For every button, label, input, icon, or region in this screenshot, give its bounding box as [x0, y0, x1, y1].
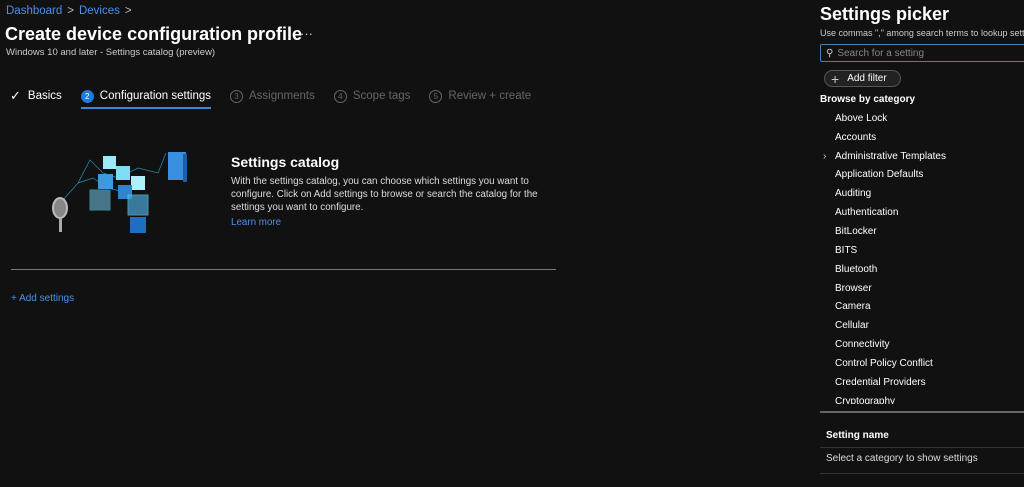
tab-review-create[interactable]: 5 Review + create	[429, 86, 531, 106]
category-label: Cryptography	[835, 395, 896, 404]
category-item[interactable]: Cryptography	[820, 392, 1024, 404]
category-item[interactable]: Control Policy Conflict	[820, 354, 1024, 373]
step-number: 5	[429, 89, 443, 103]
divider	[820, 411, 1024, 413]
learn-more-link[interactable]: Learn more	[231, 217, 281, 228]
setting-name-column-header[interactable]: Setting name	[826, 430, 889, 441]
search-icon: ⚲	[826, 47, 834, 59]
step-number: 4	[333, 89, 347, 103]
tab-scope-tags[interactable]: 4 Scope tags	[333, 86, 411, 106]
breadcrumb-devices[interactable]: Devices	[79, 5, 120, 17]
category-label: BITS	[835, 244, 858, 256]
category-label: Cellular	[835, 320, 869, 332]
more-options-button[interactable]: ···	[300, 26, 313, 41]
wizard-steps: ✓ Basics 2 Configuration settings 3 Assignm…	[10, 86, 550, 109]
category-item[interactable]: Browser	[820, 279, 1024, 298]
search-input[interactable]: ⚲ Search for a setting	[820, 44, 1024, 62]
category-label: Authentication	[835, 207, 899, 219]
tab-basics[interactable]: ✓ Basics	[10, 86, 62, 106]
category-item[interactable]: Above Lock	[820, 109, 1024, 128]
step-label: Scope tags	[352, 90, 411, 102]
category-item[interactable]: Application Defaults	[820, 166, 1024, 185]
category-label: Auditing	[835, 188, 872, 200]
plus-icon: +	[831, 70, 840, 87]
category-item[interactable]: Accounts	[820, 128, 1024, 147]
empty-state-text: Select a category to show settings	[826, 453, 978, 464]
category-label: Accounts	[835, 131, 877, 143]
step-label: Assignments	[249, 90, 315, 102]
step-label: Basics	[27, 90, 62, 102]
add-settings-link[interactable]: + Add settings	[11, 293, 74, 304]
category-item[interactable]: Auditing	[820, 184, 1024, 203]
category-item[interactable]: BITS	[820, 241, 1024, 260]
category-label: Control Policy Conflict	[835, 357, 933, 369]
browse-by-category-label: Browse by category	[820, 94, 916, 105]
page-subtitle: Windows 10 and later - Settings catalog …	[6, 47, 216, 58]
chevron-right-icon: >	[67, 5, 74, 17]
category-item[interactable]: Camera	[820, 297, 1024, 316]
page-title: Create device configuration profile	[5, 24, 303, 44]
checkmark-icon: ✓	[10, 88, 21, 103]
category-label: Connectivity	[835, 339, 890, 351]
step-number: 3	[230, 89, 244, 103]
category-label: Camera	[835, 301, 871, 313]
settings-catalog-illustration	[52, 152, 187, 233]
add-filter-label: Add filter	[847, 73, 887, 84]
step-number: 2	[80, 89, 94, 103]
divider	[820, 473, 1024, 474]
tab-assignments[interactable]: 3 Assignments	[230, 86, 315, 106]
category-label: Administrative Templates	[835, 150, 946, 162]
category-list[interactable]: Above Lock Accounts › Administrative Templa…	[820, 109, 1024, 404]
category-label: Bluetooth	[835, 263, 878, 275]
category-label: Credential Providers	[835, 376, 926, 388]
step-label: Configuration settings	[99, 90, 212, 102]
category-item[interactable]: Connectivity	[820, 335, 1024, 354]
settings-catalog-description: With the settings catalog, you can choos…	[231, 176, 538, 213]
category-label: BitLocker	[835, 225, 877, 237]
step-label: Review + create	[448, 90, 532, 102]
breadcrumb-dashboard[interactable]: Dashboard	[6, 5, 62, 17]
chevron-right-icon[interactable]: ›	[823, 151, 826, 162]
panel-title: Settings picker	[820, 4, 950, 24]
chevron-right-icon: >	[124, 5, 132, 17]
tab-configuration-settings[interactable]: 2 Configuration settings	[80, 86, 212, 109]
divider	[820, 447, 1024, 448]
category-item[interactable]: Cellular	[820, 316, 1024, 335]
category-item[interactable]: Bluetooth	[820, 260, 1024, 279]
category-label: Browser	[835, 282, 872, 294]
category-item[interactable]: Credential Providers	[820, 373, 1024, 392]
add-filter-button[interactable]: + Add filter	[824, 70, 901, 87]
search-hint: Use commas "," among search terms to loo…	[820, 28, 1024, 38]
category-item[interactable]: Authentication	[820, 203, 1024, 222]
category-item[interactable]: › Administrative Templates	[820, 147, 1024, 166]
settings-catalog-title: Settings catalog	[231, 154, 340, 170]
category-item[interactable]: BitLocker	[820, 222, 1024, 241]
search-placeholder: Search for a setting	[837, 47, 925, 59]
settings-picker-panel: Settings picker Use commas "," among sea…	[810, 0, 1024, 487]
divider	[11, 269, 556, 270]
breadcrumb: Dashboard > Devices >	[6, 5, 137, 17]
category-label: Application Defaults	[835, 169, 924, 181]
category-label: Above Lock	[835, 112, 888, 124]
